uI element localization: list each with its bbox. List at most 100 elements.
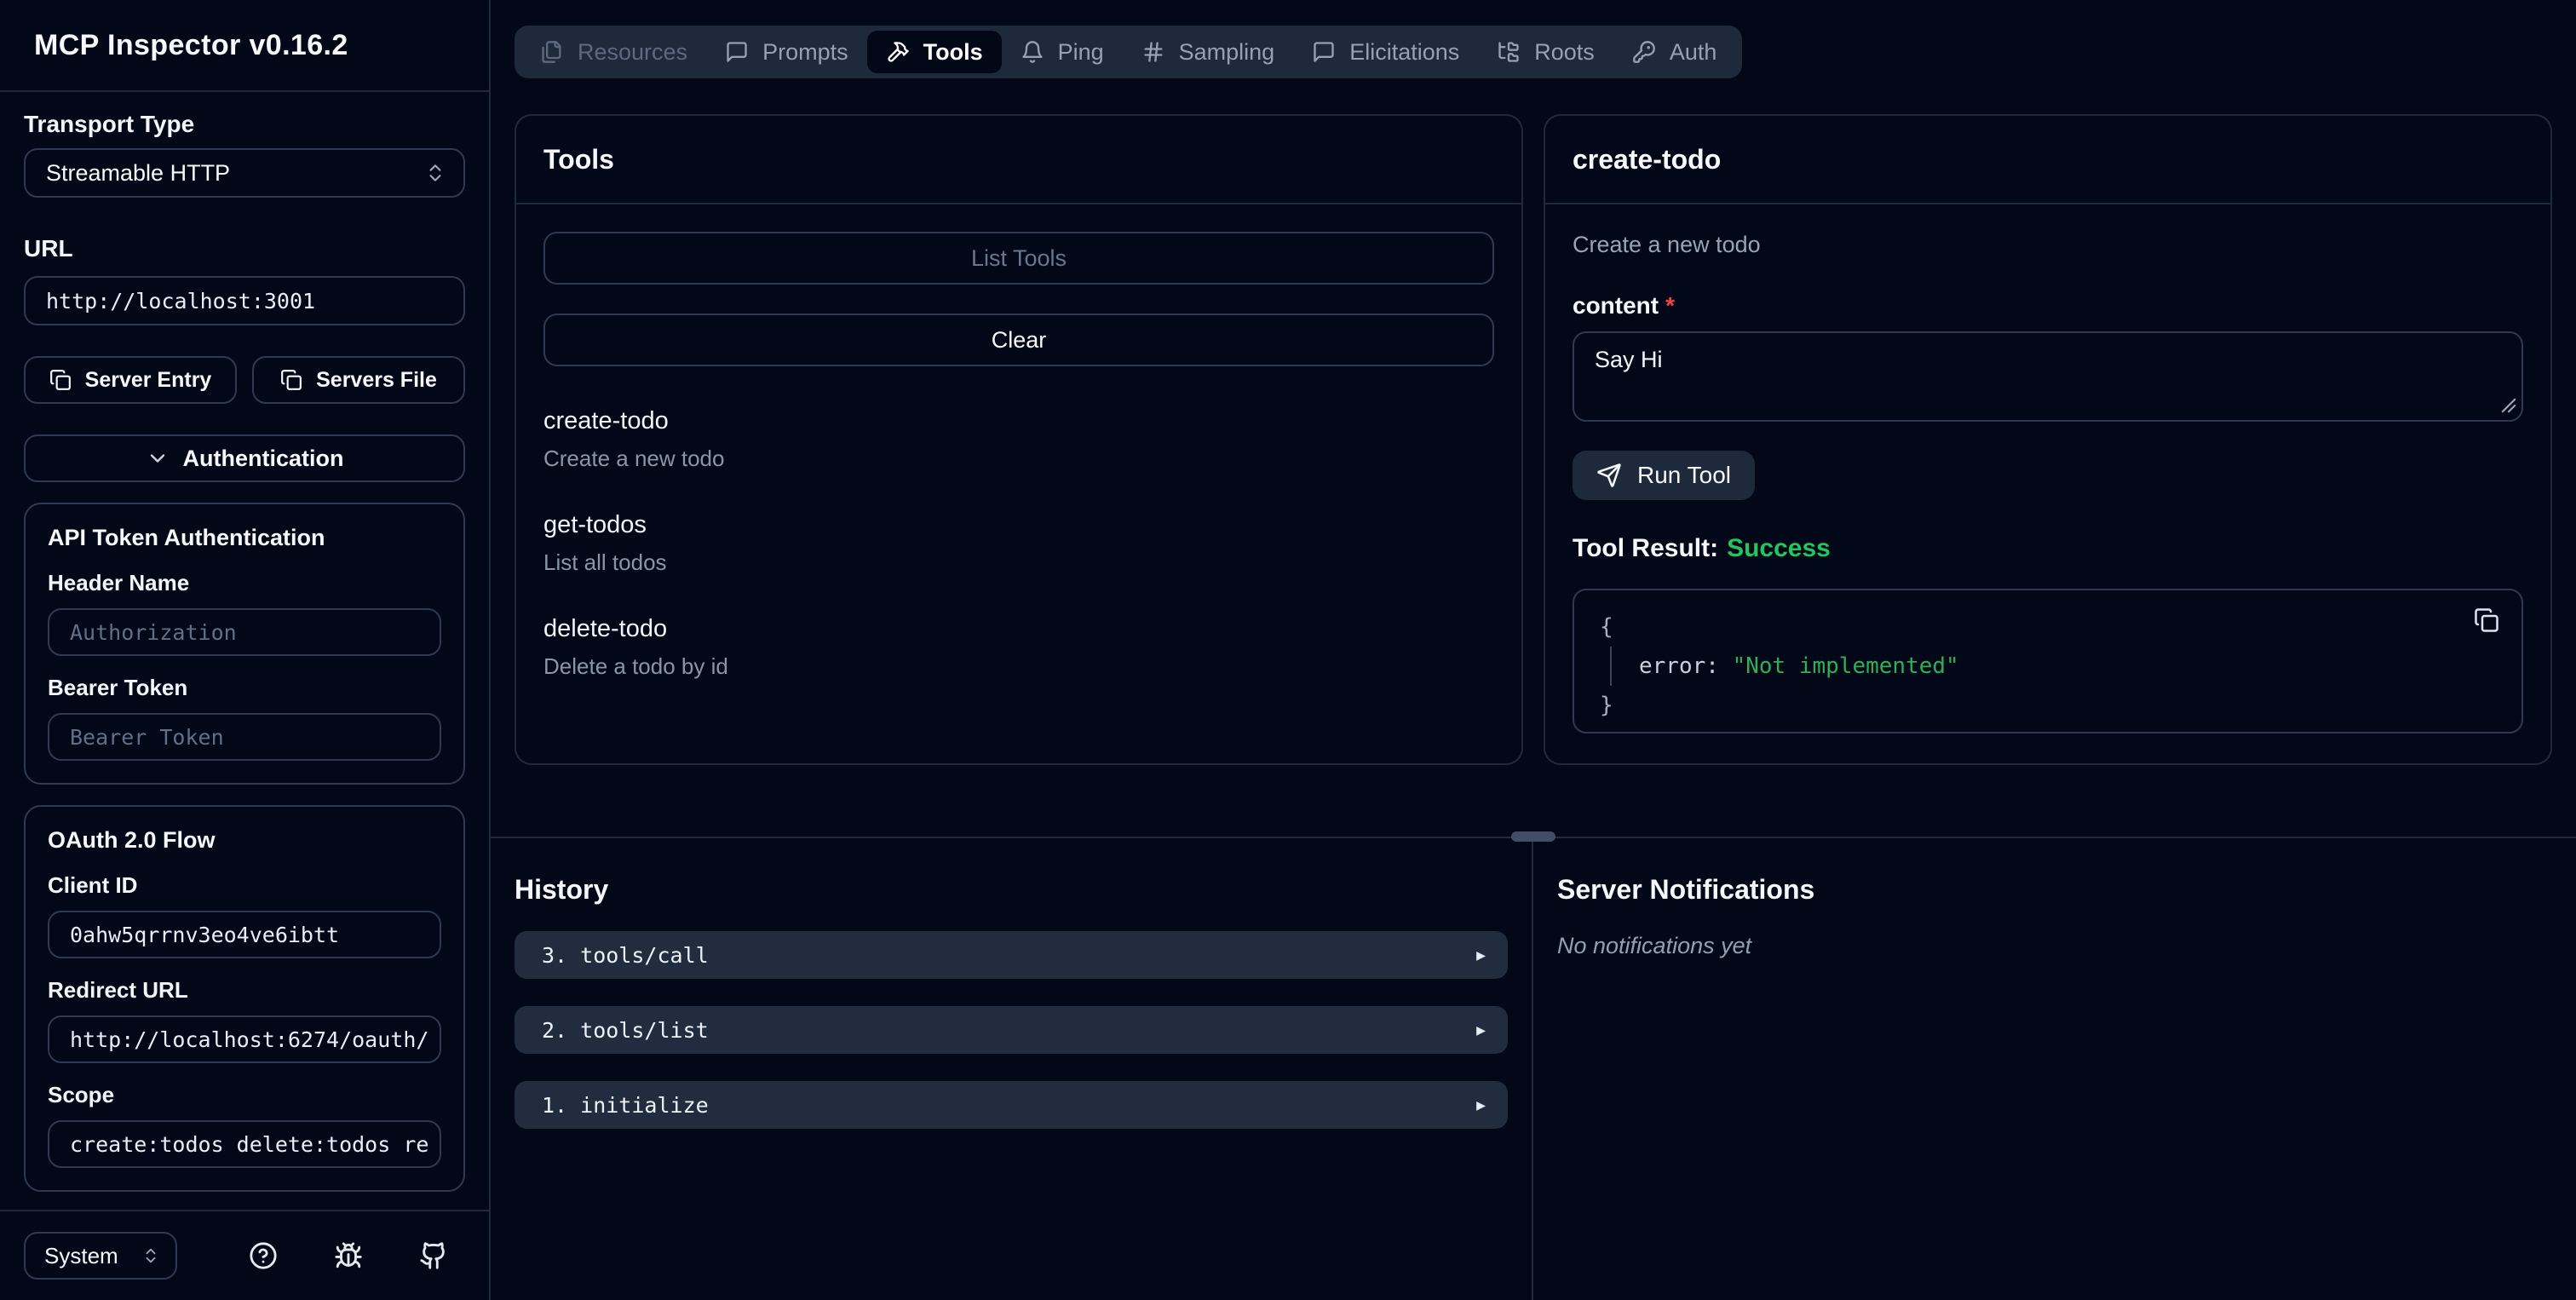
tab-tools[interactable]: Tools [866, 31, 1002, 73]
content-label-text: content [1573, 292, 1659, 319]
copy-icon [2474, 607, 2499, 633]
tool-result-label: Tool Result: [1573, 534, 1719, 562]
tab-label: Tools [923, 38, 983, 65]
message-square-icon [1312, 40, 1336, 64]
folder-tree-icon [1497, 40, 1521, 64]
servers-file-button[interactable]: Servers File [252, 356, 465, 404]
url-label: URL [24, 235, 73, 262]
tool-result-json: { error: "Not implemented" } [1573, 589, 2523, 733]
key-icon [1632, 40, 1656, 64]
tab-label: Roots [1534, 38, 1595, 65]
bearer-token-label: Bearer Token [48, 675, 188, 700]
tab-sampling[interactable]: Sampling [1123, 31, 1294, 73]
tab-elicitations[interactable]: Elicitations [1293, 31, 1478, 73]
expand-arrow-icon[interactable]: ▶ [1476, 1096, 1486, 1114]
scope-input[interactable]: create:todos delete:todos re [48, 1120, 441, 1168]
url-input[interactable]: http://localhost:3001 [24, 276, 465, 325]
json-value: "Not implemented" [1732, 653, 1959, 679]
app-title: MCP Inspector v0.16.2 [34, 28, 348, 61]
transport-type-select[interactable]: Streamable HTTP [24, 148, 465, 198]
tab-label: Elicitations [1349, 38, 1460, 65]
json-close-brace: } [1600, 693, 1613, 718]
redirect-url-input[interactable]: http://localhost:6274/oauth/ [48, 1015, 441, 1063]
tool-detail-panel: create-todo Create a new todo content * S… [1544, 114, 2552, 765]
tool-detail-body: Create a new todo content * Say Hi Run T… [1545, 204, 2550, 763]
copy-result-button[interactable] [2474, 607, 2499, 633]
transport-type-value: Streamable HTTP [46, 159, 231, 186]
server-notifications-title: Server Notifications [1557, 874, 1815, 905]
history-item-label: 3. tools/call [542, 942, 709, 968]
list-tools-button[interactable]: List Tools [543, 232, 1494, 285]
bell-icon [1021, 40, 1044, 64]
tab-prompts[interactable]: Prompts [706, 31, 867, 73]
client-id-input[interactable]: 0ahw5qrrnv3eo4ve6ibtt [48, 911, 441, 958]
bottom-region: History 3. tools/call ▶ 2. tools/list ▶ … [491, 831, 2576, 1300]
tab-auth[interactable]: Auth [1613, 31, 1736, 73]
footer-icons [249, 1241, 448, 1270]
clear-button[interactable]: Clear [543, 313, 1494, 366]
tab-label: Resources [578, 38, 688, 65]
history-panel: History 3. tools/call ▶ 2. tools/list ▶ … [491, 838, 1533, 1300]
hash-icon [1141, 40, 1165, 64]
authentication-toggle[interactable]: Authentication [24, 434, 465, 482]
tool-detail-title: create-todo [1545, 116, 2550, 204]
help-icon[interactable] [249, 1241, 278, 1270]
bug-icon[interactable] [334, 1241, 363, 1270]
client-id-label: Client ID [48, 872, 138, 898]
list-item[interactable]: 1. initialize ▶ [515, 1081, 1508, 1129]
chevron-down-icon [146, 446, 170, 470]
send-icon [1596, 463, 1622, 488]
header-name-label: Header Name [48, 570, 190, 595]
no-notifications-text: No notifications yet [1557, 933, 1752, 958]
list-item[interactable]: 3. tools/call ▶ [515, 931, 1508, 979]
tab-ping[interactable]: Ping [1002, 31, 1123, 73]
copy-buttons-row: Server Entry Servers File [24, 356, 465, 404]
expand-arrow-icon[interactable]: ▶ [1476, 1021, 1486, 1039]
content-textarea[interactable]: Say Hi [1573, 331, 2523, 422]
message-square-icon [725, 40, 749, 64]
status-badge: Success [1727, 534, 1831, 562]
hammer-icon [886, 40, 910, 64]
server-entry-button[interactable]: Server Entry [24, 356, 237, 404]
tool-result-line: Tool Result: Success [1573, 534, 2523, 563]
server-entry-label: Server Entry [84, 367, 212, 392]
authentication-label: Authentication [182, 445, 344, 471]
tab-label: Sampling [1178, 38, 1275, 65]
sidebar-footer: System [0, 1210, 489, 1300]
api-token-title: API Token Authentication [48, 525, 325, 550]
tab-roots[interactable]: Roots [1478, 31, 1613, 73]
tool-name: create-todo [543, 407, 669, 434]
tools-panel: Tools List Tools Clear create-todo Creat… [515, 114, 1523, 765]
cards-row: Tools List Tools Clear create-todo Creat… [515, 114, 2552, 765]
tab-label: Prompts [762, 38, 848, 65]
bearer-token-input[interactable]: Bearer Token [48, 713, 441, 761]
server-notifications-panel: Server Notifications No notifications ye… [1533, 838, 2576, 1300]
api-token-card: API Token Authentication Header Name Aut… [24, 503, 465, 785]
list-item[interactable]: 2. tools/list ▶ [515, 1006, 1508, 1054]
main-area: Resources Prompts Tools Ping Sampling El… [491, 0, 2576, 1300]
history-title: History [515, 874, 609, 905]
list-item[interactable]: get-todos List all todos [543, 511, 1494, 576]
theme-value: System [44, 1242, 118, 1268]
list-item[interactable]: delete-todo Delete a todo by id [543, 615, 1494, 680]
theme-select[interactable]: System [24, 1232, 177, 1280]
redirect-url-label: Redirect URL [48, 977, 188, 1003]
expand-arrow-icon[interactable]: ▶ [1476, 946, 1486, 964]
github-icon[interactable] [419, 1241, 448, 1270]
tab-resources[interactable]: Resources [521, 31, 706, 73]
header-name-input[interactable]: Authorization [48, 608, 441, 656]
run-tool-label: Run Tool [1637, 462, 1732, 488]
json-open-brace: { [1600, 614, 1613, 640]
mcp-inspector-app: MCP Inspector v0.16.2 Transport Type Str… [0, 0, 2576, 1300]
history-item-label: 2. tools/list [542, 1017, 709, 1043]
run-tool-button[interactable]: Run Tool [1573, 451, 1756, 500]
copy-icon [49, 369, 72, 391]
tab-label: Ping [1057, 38, 1104, 65]
resize-handle[interactable] [1511, 831, 1555, 842]
tools-panel-body: List Tools Clear create-todo Create a ne… [516, 204, 1521, 763]
list-item[interactable]: create-todo Create a new todo [543, 407, 1494, 472]
header-name-placeholder: Authorization [70, 619, 237, 645]
content-field-wrap: Say Hi [1573, 331, 2523, 422]
scope-label: Scope [48, 1082, 115, 1107]
tool-detail-description: Create a new todo [1573, 232, 1761, 257]
